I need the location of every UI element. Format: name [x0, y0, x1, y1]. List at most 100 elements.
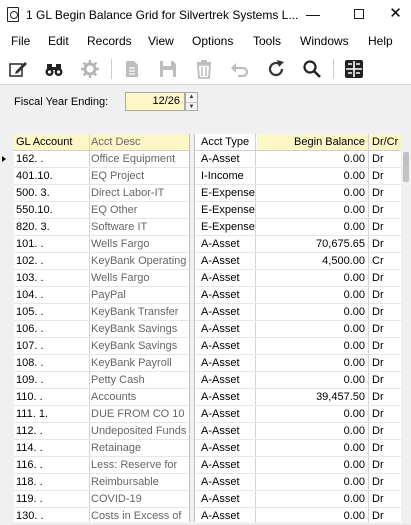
table-row[interactable]: 118. . Reimbursable A-Asset 0.00 Dr — [14, 474, 411, 491]
cell-acct-desc[interactable]: COVID-19 — [91, 493, 189, 505]
cell-begin-balance[interactable]: 0.00 — [258, 289, 365, 301]
minimize-button[interactable]: — — [290, 0, 336, 30]
cell-dr-cr[interactable]: Dr — [372, 510, 402, 522]
cell-dr-cr[interactable]: Cr — [372, 255, 402, 267]
table-row[interactable]: 119. . COVID-19 A-Asset 0.00 Dr — [14, 491, 411, 508]
table-row[interactable]: 500. 3. Direct Labor-IT E-Expense 0.00 Dr — [14, 185, 411, 202]
cell-acct-desc[interactable]: Retainage — [91, 442, 189, 454]
cell-gl-account[interactable]: 119. . — [16, 493, 88, 505]
cell-acct-type[interactable]: A-Asset — [201, 459, 256, 471]
cell-begin-balance[interactable]: 0.00 — [258, 476, 365, 488]
table-row[interactable]: 401.10. EQ Project I-Income 0.00 Dr — [14, 168, 411, 185]
table-row[interactable]: 109. . Petty Cash A-Asset 0.00 Dr — [14, 372, 411, 389]
cell-dr-cr[interactable]: Dr — [372, 357, 402, 369]
table-row[interactable]: 162. . Office Equipment A-Asset 0.00 Dr — [14, 151, 411, 168]
cell-acct-desc[interactable]: KeyBank Operating — [91, 255, 189, 267]
cell-acct-desc[interactable]: KeyBank Savings — [91, 340, 189, 352]
cell-dr-cr[interactable]: Dr — [372, 170, 402, 182]
col-header-acct-desc[interactable]: Acct Desc — [91, 136, 141, 148]
cell-dr-cr[interactable]: Dr — [372, 340, 402, 352]
spin-up-icon[interactable]: ▲ — [186, 93, 197, 102]
cell-begin-balance[interactable]: 0.00 — [258, 272, 365, 284]
table-row[interactable]: 104. . PayPal A-Asset 0.00 Dr — [14, 287, 411, 304]
cell-gl-account[interactable]: 107. . — [16, 340, 88, 352]
cell-gl-account[interactable]: 118. . — [16, 476, 88, 488]
cell-gl-account[interactable]: 101. . — [16, 238, 88, 250]
table-row[interactable]: 820. 3. Software IT E-Expense 0.00 Dr — [14, 219, 411, 236]
cell-acct-type[interactable]: A-Asset — [201, 425, 256, 437]
find-binoculars-icon[interactable] — [43, 58, 65, 80]
grid-splitter[interactable] — [189, 134, 195, 522]
menu-view[interactable]: View — [148, 34, 174, 48]
cell-gl-account[interactable]: 105. . — [16, 306, 88, 318]
cell-acct-type[interactable]: A-Asset — [201, 374, 256, 386]
maximize-button[interactable] — [336, 0, 382, 30]
cell-acct-desc[interactable]: Less: Reserve for — [91, 459, 189, 471]
cell-acct-desc[interactable]: KeyBank Transfer — [91, 306, 189, 318]
cell-acct-type[interactable]: A-Asset — [201, 476, 256, 488]
cell-acct-type[interactable]: A-Asset — [201, 289, 256, 301]
cell-acct-desc[interactable]: PayPal — [91, 289, 189, 301]
table-row[interactable]: 108. . KeyBank Payroll A-Asset 0.00 Dr — [14, 355, 411, 372]
process-gear-icon[interactable] — [79, 58, 101, 80]
cell-acct-desc[interactable]: Wells Fargo — [91, 238, 189, 250]
cell-acct-type[interactable]: A-Asset — [201, 357, 256, 369]
cell-acct-desc[interactable]: Accounts — [91, 391, 189, 403]
cell-gl-account[interactable]: 104. . — [16, 289, 88, 301]
table-row[interactable]: 106. . KeyBank Savings A-Asset 0.00 Dr — [14, 321, 411, 338]
cell-acct-desc[interactable]: Petty Cash — [91, 374, 189, 386]
cell-begin-balance[interactable]: 0.00 — [258, 187, 365, 199]
cell-acct-desc[interactable]: Reimbursable — [91, 476, 189, 488]
table-row[interactable]: 103. . Wells Fargo A-Asset 0.00 Dr — [14, 270, 411, 287]
cell-acct-type[interactable]: A-Asset — [201, 408, 256, 420]
cell-dr-cr[interactable]: Dr — [372, 153, 402, 165]
cell-gl-account[interactable]: 114. . — [16, 442, 88, 454]
col-header-gl-account[interactable]: GL Account — [16, 136, 72, 148]
cell-begin-balance[interactable]: 4,500.00 — [258, 255, 365, 267]
cell-acct-type[interactable]: A-Asset — [201, 255, 256, 267]
cell-gl-account[interactable]: 108. . — [16, 357, 88, 369]
table-row[interactable]: 114. . Retainage A-Asset 0.00 Dr — [14, 440, 411, 457]
cell-gl-account[interactable]: 102. . — [16, 255, 88, 267]
cell-begin-balance[interactable]: 0.00 — [258, 323, 365, 335]
cell-dr-cr[interactable]: Dr — [372, 408, 402, 420]
table-row[interactable]: 111. 1. DUE FROM CO 10 A-Asset 0.00 Dr — [14, 406, 411, 423]
cell-begin-balance[interactable]: 0.00 — [258, 306, 365, 318]
menu-help[interactable]: Help — [368, 34, 393, 48]
cell-acct-type[interactable]: A-Asset — [201, 493, 256, 505]
cell-acct-type[interactable]: A-Asset — [201, 391, 256, 403]
menu-records[interactable]: Records — [87, 34, 132, 48]
cell-gl-account[interactable]: 103. . — [16, 272, 88, 284]
cell-acct-desc[interactable]: Costs in Excess of — [91, 510, 189, 522]
cell-gl-account[interactable]: 550.10. — [16, 204, 88, 216]
fiscal-year-spinner[interactable]: ▲ ▼ — [185, 92, 198, 111]
table-row[interactable]: 110. . Accounts A-Asset 39,457.50 Dr — [14, 389, 411, 406]
cell-gl-account[interactable]: 116. . — [16, 459, 88, 471]
cell-gl-account[interactable]: 820. 3. — [16, 221, 88, 233]
cell-acct-type[interactable]: A-Asset — [201, 340, 256, 352]
table-row[interactable]: 107. . KeyBank Savings A-Asset 0.00 Dr — [14, 338, 411, 355]
cell-gl-account[interactable]: 162. . — [16, 153, 88, 165]
cell-dr-cr[interactable]: Dr — [372, 306, 402, 318]
fiscal-year-input[interactable]: 12/26 — [125, 92, 185, 111]
cell-begin-balance[interactable]: 0.00 — [258, 153, 365, 165]
cell-acct-desc[interactable]: KeyBank Payroll — [91, 357, 189, 369]
table-row[interactable]: 102. . KeyBank Operating A-Asset 4,500.00 Cr — [14, 253, 411, 270]
cell-acct-type[interactable]: A-Asset — [201, 510, 256, 522]
cell-begin-balance[interactable]: 0.00 — [258, 510, 365, 522]
search-icon[interactable] — [301, 58, 323, 80]
cell-begin-balance[interactable]: 0.00 — [258, 442, 365, 454]
cell-dr-cr[interactable]: Dr — [372, 238, 402, 250]
col-header-dr-cr[interactable]: Dr/Cr — [372, 136, 398, 148]
delete-icon[interactable] — [193, 58, 215, 80]
cell-dr-cr[interactable]: Dr — [372, 289, 402, 301]
cell-dr-cr[interactable]: Dr — [372, 323, 402, 335]
cell-gl-account[interactable]: 401.10. — [16, 170, 88, 182]
cell-acct-desc[interactable]: DUE FROM CO 10 — [91, 408, 189, 420]
cell-gl-account[interactable]: 112. . — [16, 425, 88, 437]
menu-tools[interactable]: Tools — [253, 34, 281, 48]
table-row[interactable]: 101. . Wells Fargo A-Asset 70,675.65 Dr — [14, 236, 411, 253]
cell-begin-balance[interactable]: 0.00 — [258, 340, 365, 352]
cell-dr-cr[interactable]: Dr — [372, 272, 402, 284]
cell-acct-type[interactable]: I-Income — [201, 170, 256, 182]
